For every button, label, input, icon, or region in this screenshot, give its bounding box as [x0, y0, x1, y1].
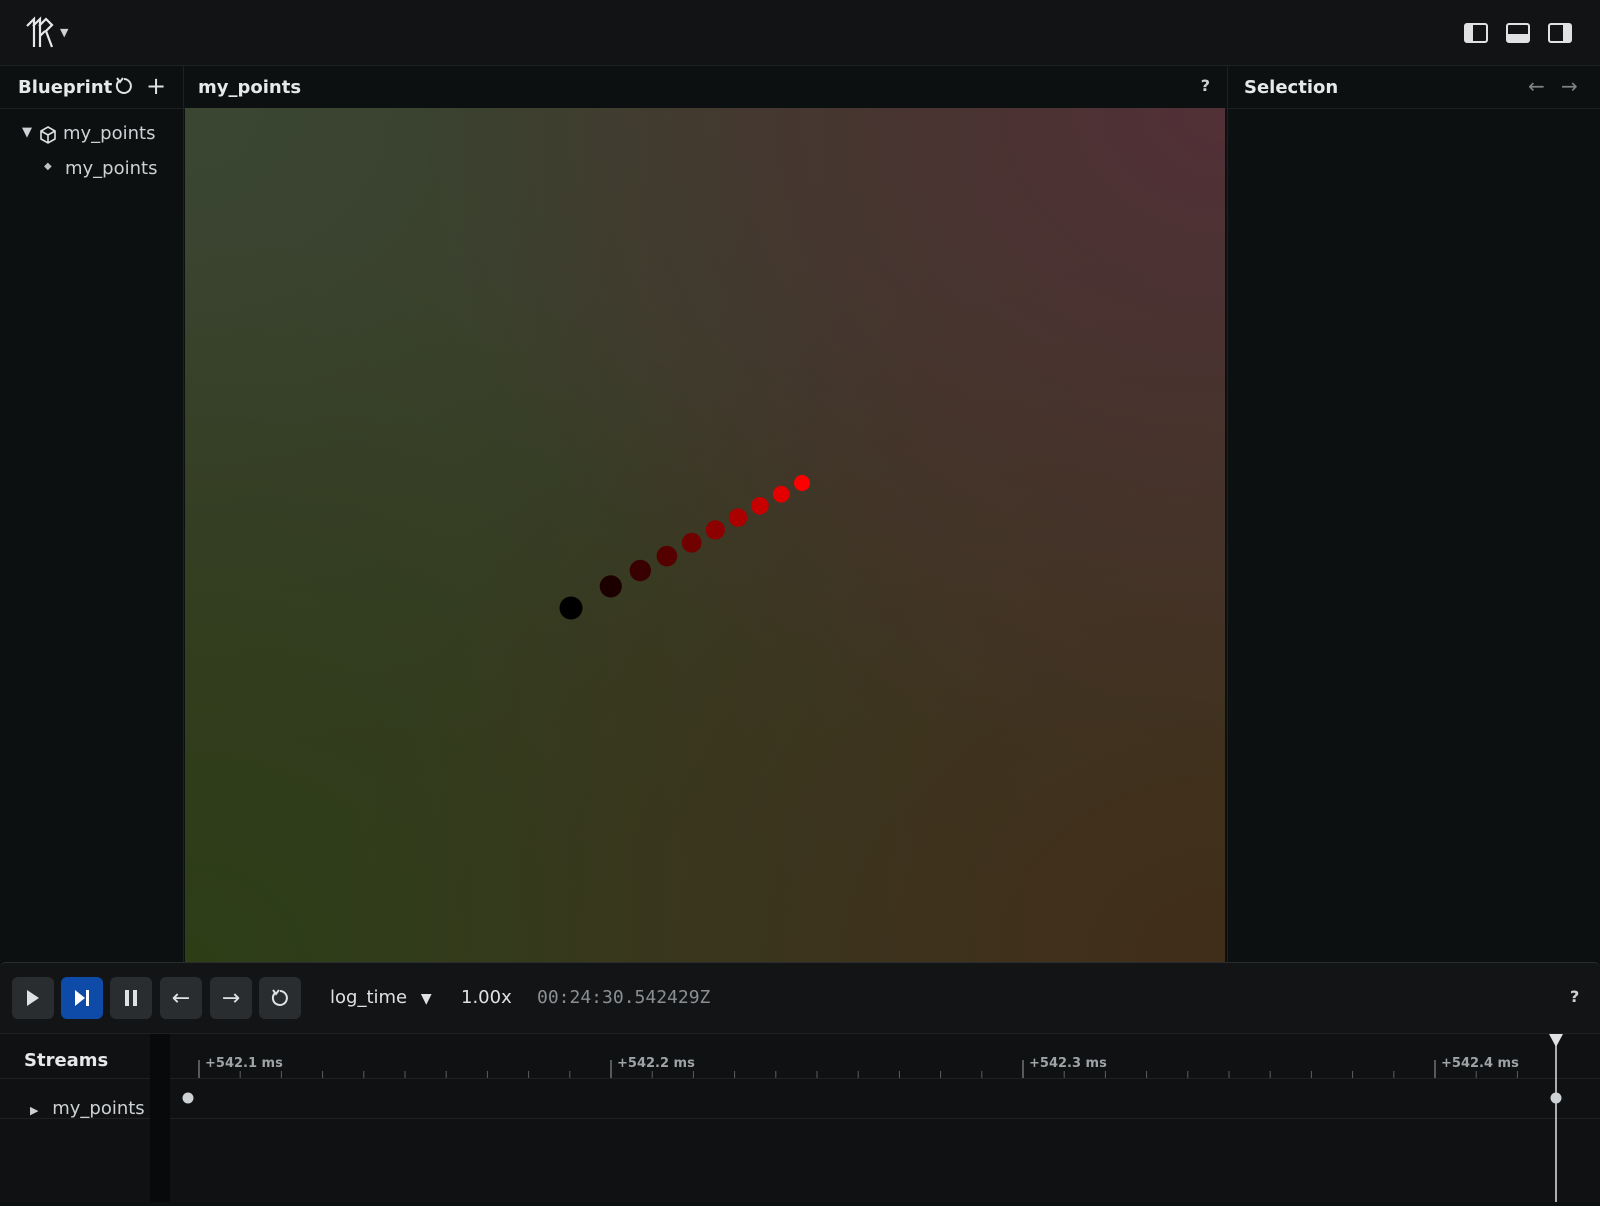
tree-item-entity[interactable]: ◆ my_points	[44, 158, 174, 184]
timeline-selector[interactable]: log_time ▼	[330, 987, 432, 1008]
loop-button[interactable]	[259, 977, 301, 1019]
blueprint-panel: Blueprint + ▼ my_points ◆ my_points	[0, 66, 184, 962]
point-9[interactable]	[794, 475, 810, 491]
play-button[interactable]	[12, 977, 54, 1019]
blueprint-title: Blueprint	[18, 77, 113, 98]
time-ruler[interactable]: +542.1 ms +542.2 ms +542.3 ms +542.4 ms	[150, 1034, 1570, 1202]
pause-button[interactable]	[110, 977, 152, 1019]
points-plot	[559, 475, 810, 620]
playhead-handle-icon[interactable]	[1549, 1034, 1563, 1047]
help-icon[interactable]: ?	[1570, 987, 1579, 1006]
range-start-edge	[150, 1034, 170, 1202]
streams-area: Streams ▶ my_points +542.1 ms +542.2 ms +5…	[0, 1033, 1600, 1202]
ruler: +542.1 ms +542.2 ms +542.3 ms +542.4 ms	[150, 1034, 1563, 1202]
event-marker[interactable]	[182, 1092, 194, 1104]
tree-item-space-view[interactable]: ▼ my_points	[22, 123, 172, 149]
point-4[interactable]	[681, 532, 702, 553]
time-panel: ← → log_time ▼ 1.00x 00:24:30.542429Z ? …	[0, 962, 1600, 1202]
point-8[interactable]	[772, 485, 790, 503]
point-3[interactable]	[656, 545, 678, 567]
point-6[interactable]	[728, 508, 748, 527]
stream-label: my_points	[52, 1098, 145, 1119]
point-0[interactable]	[559, 596, 583, 620]
loop-icon	[271, 989, 288, 1006]
blueprint-header: Blueprint +	[0, 66, 183, 109]
help-icon[interactable]: ?	[1201, 76, 1210, 95]
entity-diamond-icon: ◆	[44, 161, 52, 172]
point-5[interactable]	[705, 520, 725, 540]
step-back-button[interactable]: ←	[160, 977, 202, 1019]
expand-triangle-icon[interactable]: ▶	[30, 1104, 38, 1117]
tick-label: +542.2 ms	[617, 1056, 695, 1071]
dropdown-triangle-icon: ▼	[420, 991, 432, 1007]
point-1[interactable]	[599, 575, 622, 598]
playback-speed[interactable]: 1.00x	[461, 987, 512, 1008]
pause-icon	[125, 990, 137, 1006]
view-header: my_points ?	[184, 66, 1226, 109]
left-arrow-icon: ←	[171, 985, 191, 1011]
tree-item-label: my_points	[65, 158, 158, 179]
reset-icon[interactable]	[114, 76, 134, 96]
step-forward-icon	[75, 990, 89, 1006]
spatial-view-canvas[interactable]	[185, 108, 1225, 962]
stream-row-my-points[interactable]: ▶ my_points	[30, 1098, 145, 1119]
current-time[interactable]: 00:24:30.542429Z	[537, 987, 710, 1008]
rerun-logo-icon[interactable]	[24, 16, 56, 50]
play-icon	[27, 990, 39, 1006]
tree-item-label: my_points	[63, 123, 156, 144]
timeline-label: log_time	[330, 987, 408, 1008]
back-arrow-icon[interactable]: ←	[1528, 74, 1545, 98]
event-marker[interactable]	[1550, 1092, 1562, 1104]
view-title: my_points	[198, 77, 302, 98]
add-icon[interactable]: +	[146, 74, 166, 98]
forward-arrow-icon[interactable]: →	[1561, 74, 1578, 98]
selection-header: Selection ← →	[1228, 66, 1600, 109]
toggle-bottom-panel-icon[interactable]	[1506, 23, 1530, 43]
point-7[interactable]	[751, 497, 769, 515]
menu-caret-icon[interactable]: ▼	[60, 26, 68, 39]
tick-label: +542.1 ms	[205, 1056, 283, 1071]
follow-button[interactable]	[61, 977, 103, 1019]
right-arrow-icon: →	[221, 985, 241, 1011]
selection-panel: Selection ← →	[1227, 66, 1600, 962]
step-forward-button[interactable]: →	[210, 977, 252, 1019]
top-bar: ▼	[0, 0, 1600, 66]
expand-triangle-icon[interactable]: ▼	[22, 125, 32, 140]
point-2[interactable]	[629, 559, 651, 582]
toggle-right-panel-icon[interactable]	[1548, 23, 1572, 43]
toggle-left-panel-icon[interactable]	[1464, 23, 1488, 43]
tick-label: +542.3 ms	[1029, 1056, 1107, 1071]
cube-icon	[39, 126, 57, 149]
streams-title: Streams	[24, 1050, 109, 1071]
tick-label: +542.4 ms	[1441, 1056, 1519, 1071]
selection-title: Selection	[1244, 77, 1339, 98]
